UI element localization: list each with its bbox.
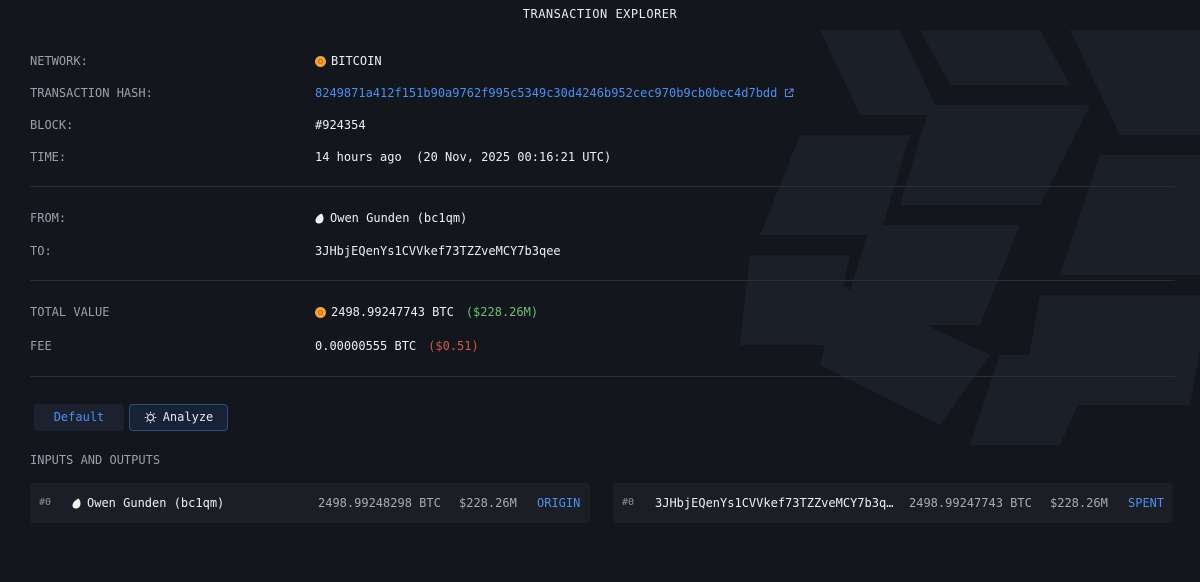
- page-title: TRANSACTION EXPLORER: [522, 7, 678, 21]
- tab-analyze-label: Analyze: [162, 410, 214, 424]
- time-label: TIME:: [30, 150, 67, 164]
- external-link-icon[interactable]: [784, 88, 794, 98]
- fee-usd: ($0.51): [428, 339, 479, 353]
- transaction-hash-link[interactable]: 8249871a412f151b90a9762f995c5349c30d4246…: [315, 84, 777, 102]
- bitcoin-coin-icon: [315, 306, 326, 318]
- block-label: BLOCK:: [30, 118, 74, 132]
- to-label: TO:: [30, 244, 52, 258]
- tab-default[interactable]: Default: [34, 404, 124, 431]
- bitcoin-coin-icon: [315, 55, 326, 67]
- total-usd: ($228.26M): [465, 305, 539, 319]
- fee-btc: 0.00000555 BTC: [315, 339, 417, 353]
- total-value: 2498.99247743 BTC ($228.26M): [315, 303, 538, 321]
- input-card[interactable]: #0 Owen Gunden (bc1qm) 2498.99248298 BTC…: [30, 483, 590, 523]
- output-entity[interactable]: 3JHbjEQenYs1CVVkef73TZZveMCY7b3q…: [655, 483, 893, 523]
- from-value[interactable]: Owen Gunden (bc1qm): [315, 209, 467, 227]
- droplet-icon: [72, 498, 81, 508]
- droplet-icon: [315, 213, 324, 223]
- divider: [30, 186, 1175, 187]
- to-row: TO: 3JHbjEQenYs1CVVkef73TZZveMCY7b3qee: [30, 242, 1175, 260]
- total-btc: 2498.99247743 BTC: [331, 305, 454, 319]
- input-status[interactable]: ORIGIN: [537, 483, 580, 523]
- hash-row: TRANSACTION HASH: 8249871a412f151b90a976…: [30, 84, 1175, 102]
- inputs-outputs-heading: INPUTS AND OUTPUTS: [30, 453, 161, 467]
- total-value-row: TOTAL VALUE 2498.99247743 BTC ($228.26M): [30, 303, 1175, 321]
- output-status[interactable]: SPENT: [1128, 483, 1164, 523]
- time-row: TIME: 14 hours ago (20 Nov, 2025 00:16:2…: [30, 148, 1175, 166]
- hash-label: TRANSACTION HASH:: [30, 86, 153, 100]
- tab-analyze[interactable]: Analyze: [129, 404, 228, 431]
- output-address[interactable]: 3JHbjEQenYs1CVVkef73TZZveMCY7b3q…: [655, 483, 893, 523]
- total-value-label: TOTAL VALUE: [30, 305, 110, 319]
- gear-icon: [144, 411, 156, 424]
- hash-value[interactable]: 8249871a412f151b90a9762f995c5349c30d4246…: [315, 84, 794, 102]
- input-amount: 2498.99248298 BTC: [318, 496, 441, 510]
- fee-row: FEE 0.00000555 BTC ($0.51): [30, 337, 1175, 355]
- from-entity[interactable]: Owen Gunden (bc1qm): [330, 209, 467, 227]
- block-value: #924354: [315, 118, 366, 132]
- divider: [30, 376, 1175, 377]
- to-address[interactable]: 3JHbjEQenYs1CVVkef73TZZveMCY7b3qee: [315, 242, 561, 260]
- from-row: FROM: Owen Gunden (bc1qm): [30, 209, 1175, 227]
- input-entity[interactable]: Owen Gunden (bc1qm): [72, 483, 224, 523]
- network-value: BITCOIN: [315, 52, 382, 70]
- from-label: FROM:: [30, 211, 67, 225]
- fee-label: FEE: [30, 339, 52, 353]
- output-card[interactable]: #0 3JHbjEQenYs1CVVkef73TZZveMCY7b3q… 249…: [613, 483, 1173, 523]
- divider: [30, 280, 1175, 281]
- input-usd: $228.26M: [459, 496, 517, 510]
- network-row: NETWORK: BITCOIN: [30, 52, 1175, 70]
- output-amount: 2498.99247743 BTC: [909, 496, 1032, 510]
- output-index: #0: [622, 497, 635, 508]
- network-label: NETWORK:: [30, 54, 88, 68]
- input-address[interactable]: Owen Gunden (bc1qm): [87, 483, 224, 523]
- time-value: 14 hours ago (20 Nov, 2025 00:16:21 UTC): [315, 150, 612, 164]
- block-row: BLOCK: #924354: [30, 116, 1175, 134]
- network-name: BITCOIN: [331, 54, 382, 68]
- fee-value: 0.00000555 BTC ($0.51): [315, 337, 479, 355]
- output-usd: $228.26M: [1050, 496, 1108, 510]
- input-index: #0: [39, 497, 52, 508]
